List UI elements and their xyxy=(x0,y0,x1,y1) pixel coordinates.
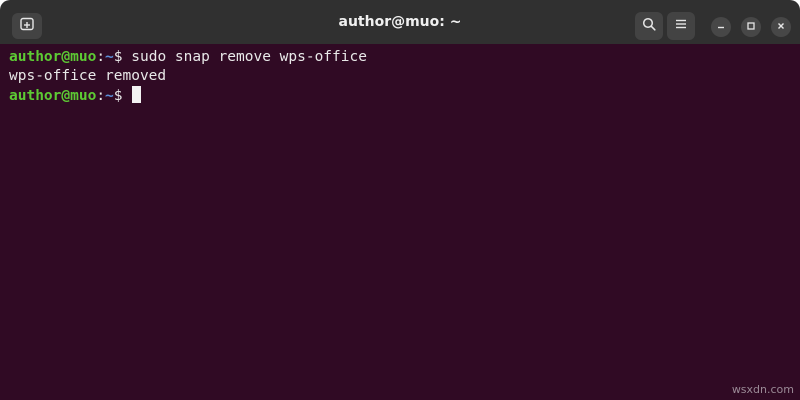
minimize-icon xyxy=(716,18,726,36)
close-button[interactable] xyxy=(771,17,791,37)
prompt-path: ~ xyxy=(105,88,114,104)
new-tab-icon xyxy=(20,17,34,36)
command-text: sudo snap remove wps-office xyxy=(131,49,367,65)
maximize-button[interactable] xyxy=(741,17,761,37)
prompt-separator: : xyxy=(96,49,106,65)
prompt-user: author@muo xyxy=(9,88,97,104)
prompt-symbol: $ xyxy=(113,49,132,65)
search-icon xyxy=(642,17,656,36)
terminal-window: author@muo: ~ author@muo:~$ sudo snap re… xyxy=(0,0,800,400)
hamburger-menu-icon xyxy=(675,17,687,35)
terminal-line: author@muo:~$ xyxy=(9,86,791,105)
terminal-output[interactable]: author@muo:~$ sudo snap remove wps-offic… xyxy=(0,44,800,400)
maximize-icon xyxy=(746,18,756,36)
search-button[interactable] xyxy=(635,12,663,40)
close-icon xyxy=(776,18,786,36)
new-tab-button[interactable] xyxy=(12,13,42,39)
watermark: wsxdn.com xyxy=(731,383,794,396)
terminal-line: wps-office removed xyxy=(9,67,791,86)
minimize-button[interactable] xyxy=(711,17,731,37)
text-cursor xyxy=(132,86,142,103)
prompt-path: ~ xyxy=(105,49,114,65)
prompt-user: author@muo xyxy=(9,49,97,65)
terminal-line: author@muo:~$ sudo snap remove wps-offic… xyxy=(9,48,791,67)
menu-button[interactable] xyxy=(667,12,695,40)
prompt-symbol: $ xyxy=(113,88,132,104)
title-bar[interactable]: author@muo: ~ xyxy=(0,0,800,44)
command-output: wps-office removed xyxy=(9,68,167,84)
prompt-separator: : xyxy=(96,88,106,104)
